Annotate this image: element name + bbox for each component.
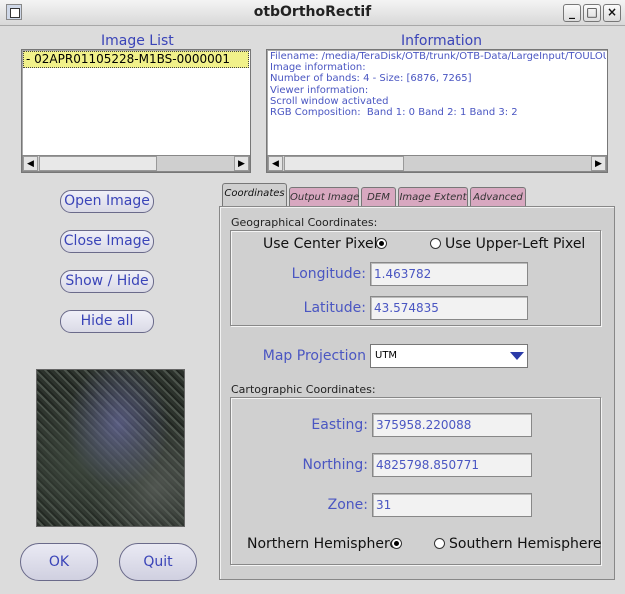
southern-hemisphere-radio[interactable] [434, 538, 445, 549]
ok-button[interactable]: OK [20, 543, 98, 581]
image-thumbnail[interactable] [36, 369, 185, 527]
show-hide-button[interactable]: Show / Hide [60, 270, 154, 293]
info-line: Filename: /media/TeraDisk/OTB/trunk/OTB-… [270, 51, 606, 62]
info-line: Scroll window activated [270, 95, 389, 107]
scroll-thumb[interactable] [284, 156, 404, 171]
use-upper-left-pixel-label: Use Upper-Left Pixel [445, 236, 586, 252]
geographical-coordinates-title: Geographical Coordinates: [231, 216, 378, 229]
tab-coordinates[interactable]: Coordinates [222, 183, 287, 207]
latitude-label: Latitude: [303, 300, 366, 316]
info-line: Number of bands: 4 - Size: [6876, 7265] [270, 73, 472, 85]
info-line: Viewer information: [270, 84, 369, 96]
scroll-left-icon[interactable]: ◀ [268, 156, 283, 171]
quit-button[interactable]: Quit [119, 543, 197, 581]
longitude-label: Longitude: [291, 266, 366, 282]
northern-hemisphere-radio[interactable] [391, 538, 402, 549]
scroll-thumb[interactable] [39, 156, 157, 171]
image-list-title: Image List [101, 33, 174, 49]
map-projection-select[interactable]: UTM [370, 344, 528, 368]
chevron-down-icon[interactable] [507, 346, 526, 365]
use-center-pixel-label: Use Center Pixel [263, 236, 378, 252]
minimize-icon[interactable]: _ [563, 4, 581, 22]
latitude-field[interactable]: 43.574835 [370, 296, 528, 320]
close-icon[interactable]: × [603, 4, 621, 22]
zone-field[interactable]: 31 [372, 493, 532, 517]
scroll-right-icon[interactable]: ▶ [234, 156, 249, 171]
easting-label: Easting: [311, 417, 368, 433]
close-image-button[interactable]: Close Image [60, 230, 154, 253]
easting-field[interactable]: 375958.220088 [372, 413, 532, 437]
northing-field[interactable]: 4825798.850771 [372, 453, 532, 477]
window-title: otbOrthoRectif [253, 4, 372, 20]
zone-label: Zone: [327, 497, 368, 513]
info-line: Image information: [270, 62, 366, 74]
hide-all-button[interactable]: Hide all [60, 310, 154, 333]
scroll-left-icon[interactable]: ◀ [23, 156, 38, 171]
image-list-item[interactable]: - 02APR01105228-M1BS-0000001 [23, 51, 249, 68]
open-image-button[interactable]: Open Image [60, 190, 154, 213]
southern-hemisphere-label: Southern Hemisphere [449, 536, 602, 552]
use-center-pixel-radio[interactable] [376, 238, 387, 249]
longitude-field[interactable]: 1.463782 [370, 262, 528, 286]
maximize-icon[interactable]: □ [583, 4, 601, 22]
scroll-right-icon[interactable]: ▶ [591, 156, 606, 171]
northern-hemisphere-label: Northern Hemisphere [247, 536, 398, 552]
northing-label: Northing: [302, 457, 368, 473]
cartographic-coordinates-title: Cartographic Coordinates: [231, 383, 376, 396]
information-title: Information [401, 33, 483, 49]
use-upper-left-pixel-radio[interactable] [430, 238, 441, 249]
information-text: Filename: /media/TeraDisk/OTB/trunk/OTB-… [270, 51, 606, 154]
info-line: RGB Composition: Band 1: 0 Band 2: 1 Ban… [270, 107, 518, 119]
map-projection-label: Map Projection [262, 348, 366, 364]
